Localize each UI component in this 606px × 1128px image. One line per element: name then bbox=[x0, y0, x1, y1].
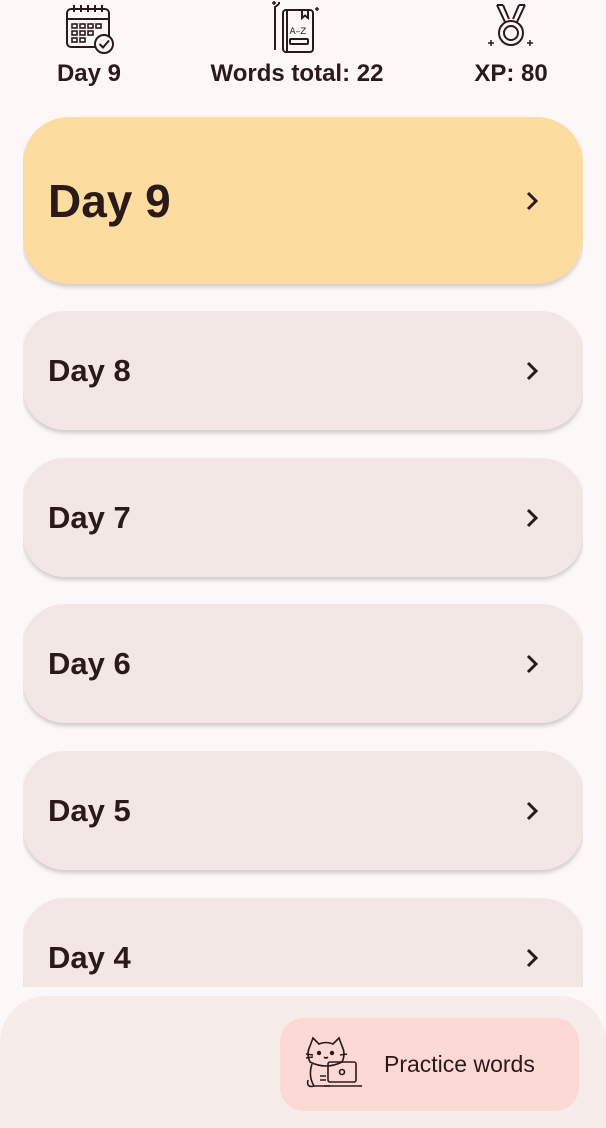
calendar-check-icon bbox=[59, 0, 119, 56]
day-card-8[interactable]: Day 8 bbox=[23, 311, 583, 430]
practice-words-label: Practice words bbox=[384, 1051, 535, 1077]
day-card-title: Day 7 bbox=[48, 499, 131, 535]
stat-day-label: Day 9 bbox=[56, 60, 122, 87]
day-card-6[interactable]: Day 6 bbox=[23, 604, 583, 723]
app-screen: Day 9 A–Z Words total: 22 XP: 80 Day 9 D… bbox=[0, 0, 606, 1128]
stat-xp-label: XP: 80 bbox=[474, 60, 548, 87]
day-card-4[interactable]: Day 4 bbox=[23, 898, 583, 987]
day-card-title: Day 4 bbox=[48, 939, 131, 975]
day-list[interactable]: Day 9 Day 8 Day 7 Day 6 Day 5 Day 4 bbox=[23, 117, 583, 987]
practice-words-button[interactable]: Practice words bbox=[280, 1018, 579, 1111]
day-card-title: Day 5 bbox=[48, 792, 131, 828]
cat-laptop-icon bbox=[305, 1036, 362, 1088]
chevron-right-icon bbox=[526, 948, 539, 967]
day-card-5[interactable]: Day 5 bbox=[23, 751, 583, 870]
day-card-title: Day 9 bbox=[48, 174, 171, 227]
chevron-right-icon bbox=[526, 508, 539, 527]
chevron-right-icon bbox=[526, 801, 539, 820]
stat-words-label: Words total: 22 bbox=[210, 60, 384, 87]
medal-icon bbox=[481, 0, 541, 56]
chevron-right-icon bbox=[526, 191, 539, 210]
day-card-7[interactable]: Day 7 bbox=[23, 458, 583, 577]
chevron-right-icon bbox=[526, 654, 539, 673]
day-card-title: Day 6 bbox=[48, 645, 131, 681]
stat-day: Day 9 bbox=[48, 0, 130, 88]
stat-xp: XP: 80 bbox=[462, 0, 560, 88]
dictionary-book-icon: A–Z bbox=[267, 0, 327, 56]
svg-text:A–Z: A–Z bbox=[290, 27, 307, 37]
day-card-title: Day 8 bbox=[48, 352, 131, 388]
stat-words-total: A–Z Words total: 22 bbox=[196, 0, 398, 88]
chevron-right-icon bbox=[526, 361, 539, 380]
stats-header: Day 9 A–Z Words total: 22 XP: 80 bbox=[0, 0, 606, 100]
day-card-9[interactable]: Day 9 bbox=[23, 117, 583, 284]
